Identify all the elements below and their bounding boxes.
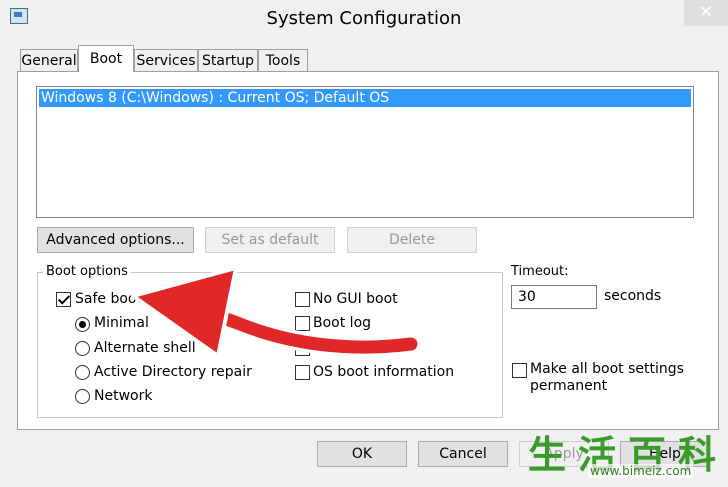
watermark-logo: 生活百科 www.bimeiz.com xyxy=(528,424,728,487)
watermark-url: www.bimeiz.com xyxy=(588,464,694,478)
red-arrow-annotation xyxy=(131,266,421,358)
